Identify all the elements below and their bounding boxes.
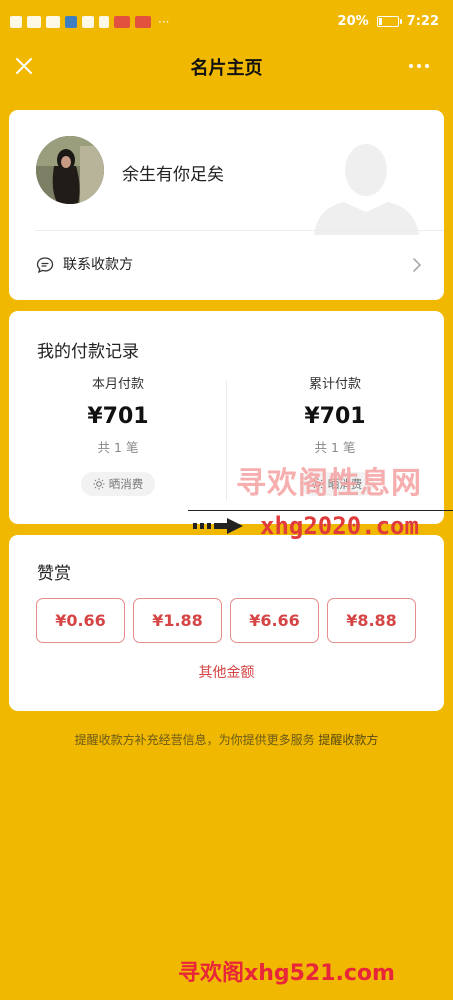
nav-bar: 名片主页 bbox=[0, 48, 453, 88]
watermark-url: 寻欢阁xhg521.com bbox=[178, 961, 395, 986]
this-month-label: 本月付款 bbox=[91, 377, 144, 392]
status-icons: ··· bbox=[10, 15, 169, 29]
avatar-photo bbox=[36, 136, 104, 204]
remind-payee-link[interactable]: 提醒收款方 bbox=[318, 733, 378, 747]
reward-amount-button[interactable]: ¥1.88 bbox=[133, 598, 222, 643]
arrow-right-icon bbox=[193, 518, 243, 534]
watermark-text: 寻欢阁性息网 bbox=[236, 466, 422, 501]
reward-title: 赞赏 bbox=[37, 564, 71, 584]
app-icon bbox=[114, 16, 130, 28]
chat-bubble-icon bbox=[36, 257, 54, 274]
share-spending-label: 晒消费 bbox=[108, 477, 144, 491]
chevron-right-icon bbox=[413, 258, 422, 272]
battery-icon bbox=[376, 16, 402, 27]
sun-icon bbox=[93, 478, 105, 490]
reward-amount-button[interactable]: ¥6.66 bbox=[230, 598, 319, 643]
contact-payee-label: 联系收款方 bbox=[63, 257, 133, 273]
status-right: 20% 7:22 bbox=[338, 14, 439, 29]
status-bar: ··· 20% 7:22 bbox=[0, 0, 453, 48]
hd-icon bbox=[10, 16, 22, 28]
reward-amount-button[interactable]: ¥8.88 bbox=[327, 598, 416, 643]
footer-note: 提醒收款方补充经营信息，为你提供更多服务 提醒收款方 bbox=[0, 731, 453, 748]
app-icon bbox=[135, 16, 151, 28]
share-spending-button[interactable]: 晒消费 bbox=[81, 472, 155, 496]
total-payments: 累计付款 ¥701 共 1 笔 bbox=[226, 373, 444, 456]
silhouette-icon bbox=[314, 144, 419, 235]
this-month-count: 共 1 笔 bbox=[97, 440, 139, 455]
more-notifications-icon: ··· bbox=[158, 15, 170, 29]
page-title: 名片主页 bbox=[190, 58, 263, 79]
this-month-amount: ¥701 bbox=[87, 404, 149, 429]
more-icon-dot bbox=[417, 64, 421, 68]
signal-icon bbox=[27, 16, 41, 28]
username: 余生有你足矣 bbox=[122, 165, 224, 185]
footer-note-text: 提醒收款方补充经营信息，为你提供更多服务 bbox=[74, 733, 315, 747]
profile-card: 余生有你足矣 联系收款方 bbox=[9, 110, 444, 300]
reward-card: 赞赏 ¥0.66 ¥1.88 ¥6.66 ¥8.88 其他金额 bbox=[9, 535, 444, 711]
app-icon bbox=[82, 16, 94, 28]
contact-payee-row[interactable]: 联系收款方 bbox=[9, 231, 444, 300]
wifi-icon bbox=[46, 16, 60, 28]
watermark-line bbox=[188, 510, 453, 511]
watermark-url: xhg2020.com bbox=[260, 512, 419, 540]
app-icon bbox=[99, 16, 109, 28]
more-icon bbox=[409, 64, 413, 68]
this-month-payments: 本月付款 ¥701 共 1 笔 bbox=[9, 373, 227, 456]
app-icon bbox=[65, 16, 77, 28]
other-amount-row: 其他金额 bbox=[9, 662, 444, 682]
battery-percent: 20% bbox=[337, 14, 369, 29]
total-count: 共 1 笔 bbox=[314, 440, 356, 455]
payment-records-title: 我的付款记录 bbox=[37, 342, 139, 362]
reward-amount-button[interactable]: ¥0.66 bbox=[36, 598, 125, 643]
more-button[interactable] bbox=[409, 54, 435, 78]
other-amount-link[interactable]: 其他金额 bbox=[199, 665, 255, 681]
total-label: 累计付款 bbox=[308, 377, 361, 392]
reward-amounts: ¥0.66 ¥1.88 ¥6.66 ¥8.88 bbox=[36, 598, 416, 643]
clock: 7:22 bbox=[406, 14, 439, 29]
avatar[interactable] bbox=[36, 136, 104, 204]
total-amount: ¥701 bbox=[304, 404, 366, 429]
more-icon-dot bbox=[425, 64, 429, 68]
